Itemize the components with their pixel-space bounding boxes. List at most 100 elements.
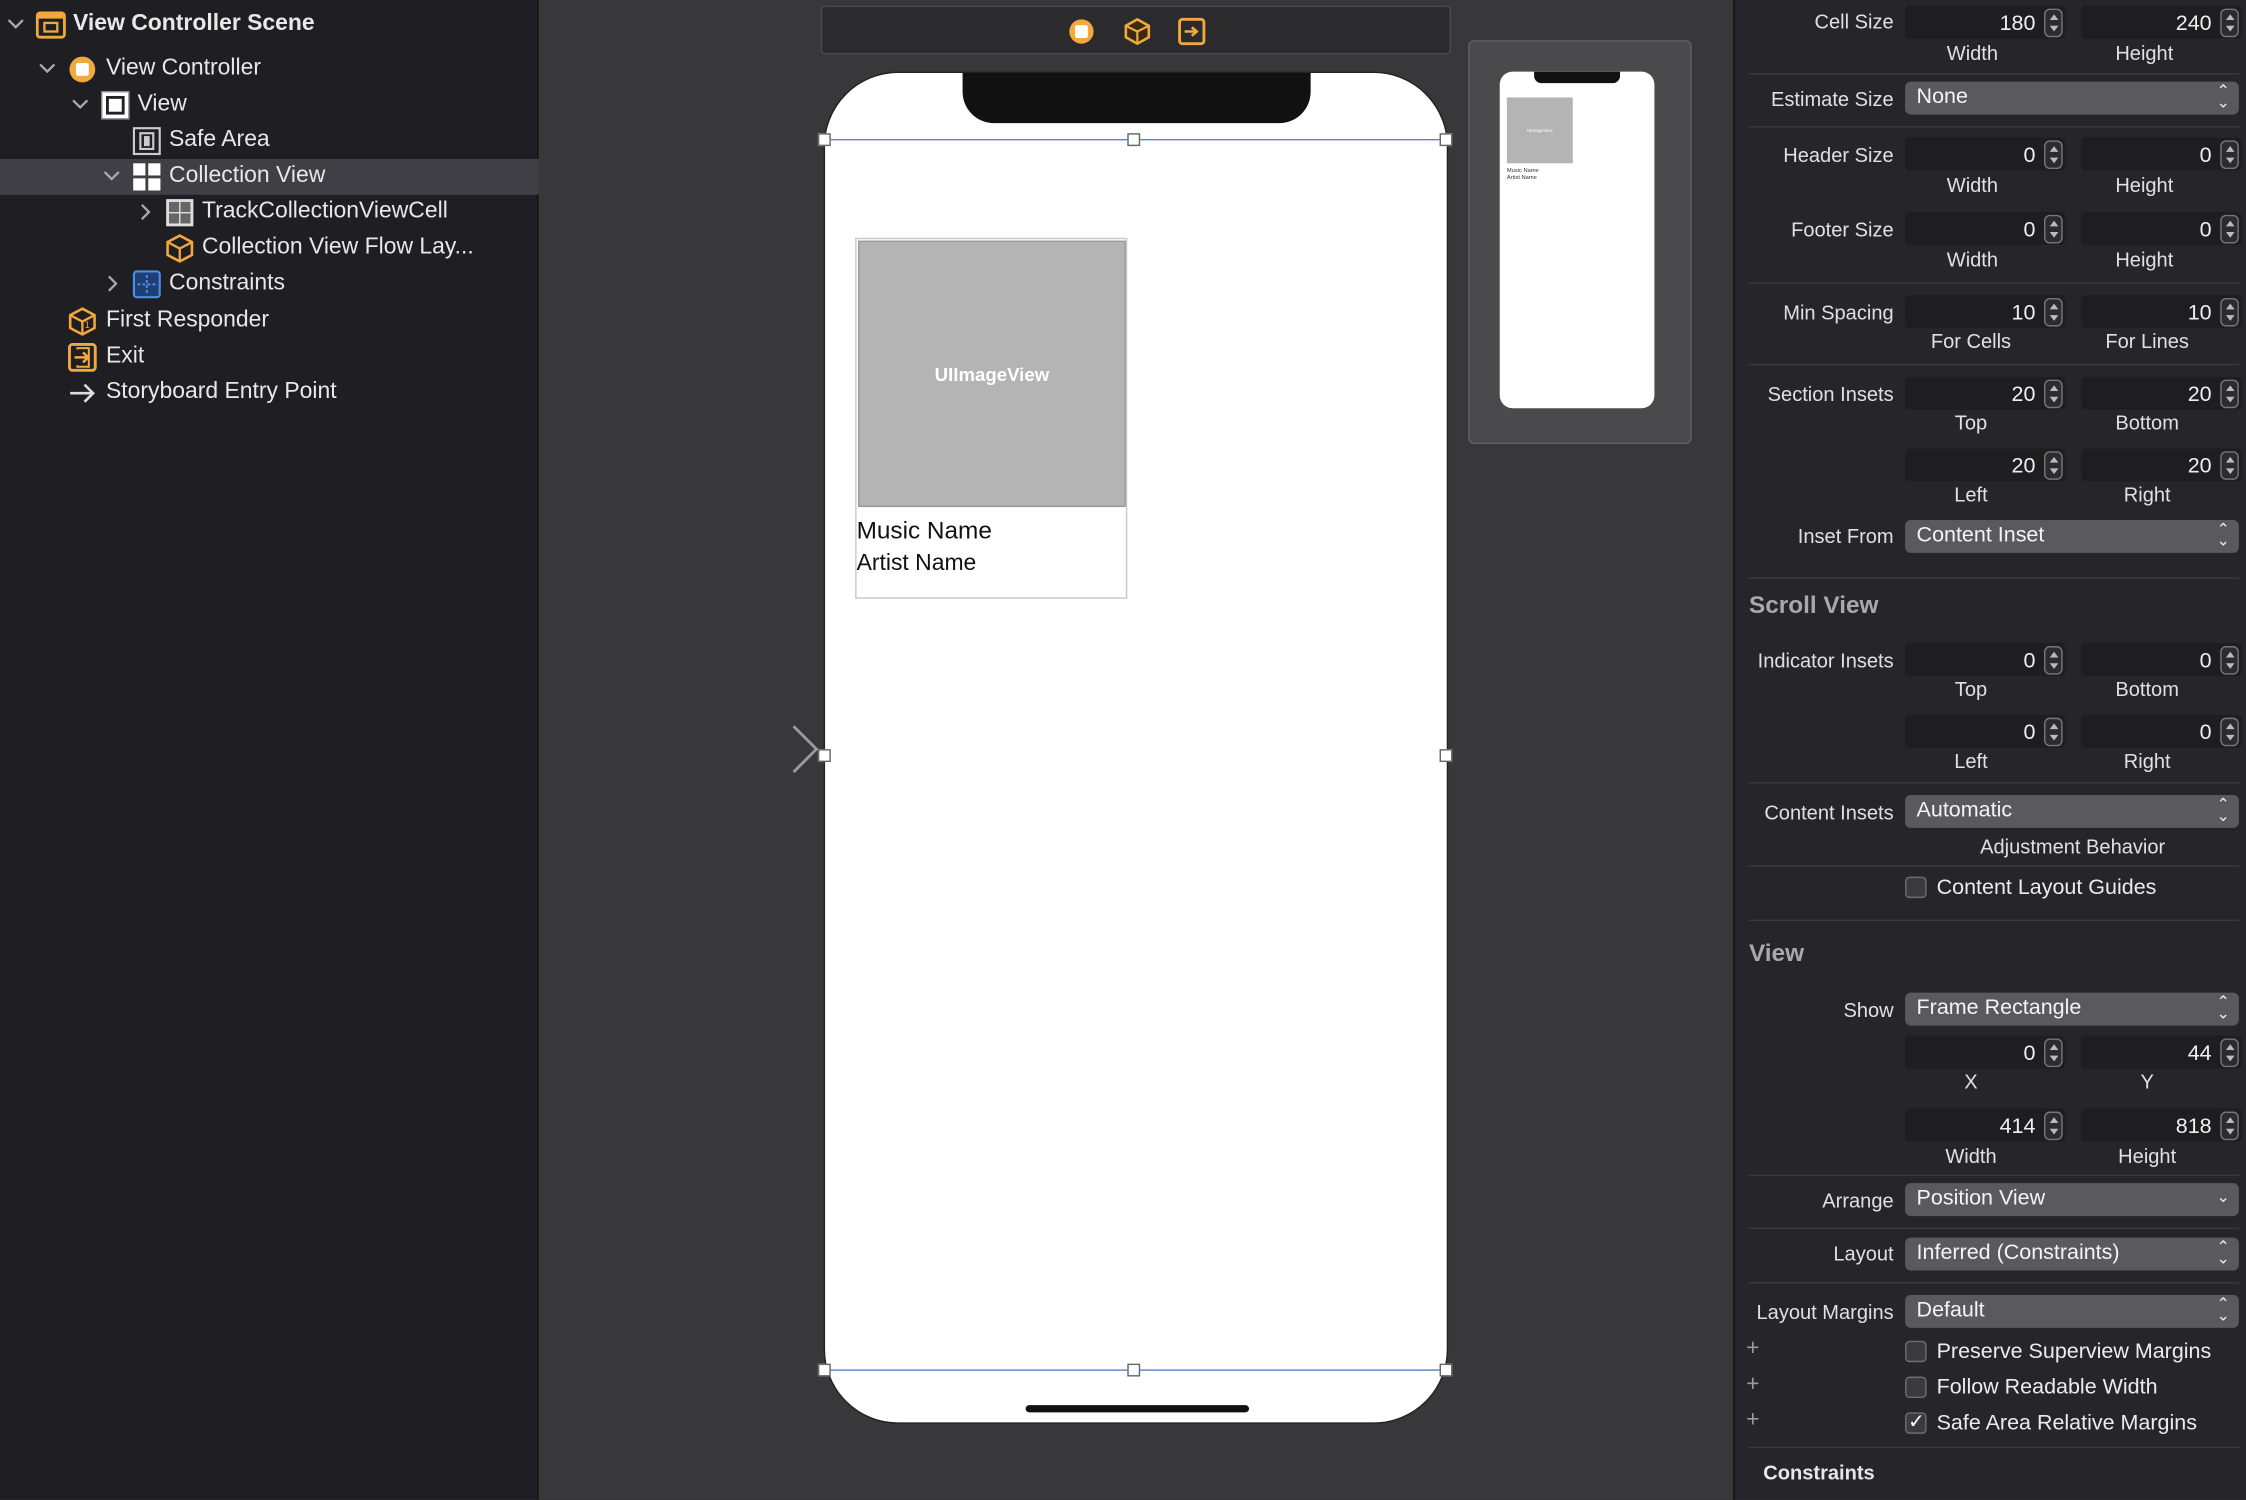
exit-icon [68,343,97,372]
footer-size-height-field[interactable]: 0 [2081,211,2242,245]
resize-handle[interactable] [1439,1363,1453,1377]
updown-chevron-icon: ⌃ ⌄ [2216,994,2230,1023]
show-popup[interactable]: Frame Rectangle ⌃ ⌄ [1905,992,2239,1026]
resize-handle[interactable] [1439,749,1453,763]
chevron-down-icon[interactable] [37,59,57,79]
collection-view-selection[interactable]: UIImageView Music Name Artist Name [825,138,1447,1371]
track-collection-view-cell[interactable]: UIImageView Music Name Artist Name [855,237,1128,599]
plus-icon[interactable]: + [1746,1372,1759,1398]
outline-item-constraints[interactable]: Constraints [0,266,539,302]
chevron-right-icon[interactable] [103,274,123,294]
min-spacing-cells-field[interactable]: 10 [1905,295,2066,329]
indicator-insets-bottom-field[interactable]: 0 [2081,643,2242,677]
stepper[interactable] [2220,646,2239,675]
follow-readable-width-checkbox[interactable] [1905,1376,1927,1399]
resize-handle[interactable] [817,133,831,147]
frame-y-field[interactable]: 44 [2081,1035,2242,1069]
frame-x-field[interactable]: 0 [1905,1035,2066,1069]
outline-item-first-responder[interactable]: 1 First Responder [0,304,539,340]
outline-item-collection-view[interactable]: Collection View [0,158,539,195]
outline-item-track-collection-view-cell[interactable]: TrackCollectionViewCell [0,195,539,231]
stepper[interactable] [2220,8,2239,38]
header-size-width-field[interactable]: 0 [1905,137,2066,171]
storyboard-entry-arrow[interactable] [667,723,825,775]
first-responder-cube-icon[interactable] [1123,17,1152,46]
safe-area-relative-margins-checkbox[interactable] [1905,1409,1927,1434]
indicator-insets-top-field[interactable]: 0 [1905,643,2066,677]
indicator-insets-right-field[interactable]: 0 [2081,714,2242,748]
field-value: 0 [2023,1041,2036,1066]
resize-handle[interactable] [1127,1363,1141,1377]
outline-item-flow-layout[interactable]: Collection View Flow Lay... [0,231,539,267]
image-view[interactable]: UIImageView [858,240,1126,508]
arrange-popup[interactable]: Position View ⌄ [1905,1183,2239,1217]
resize-handle[interactable] [817,1363,831,1377]
layout-popup[interactable]: Inferred (Constraints) ⌃ ⌄ [1905,1237,2239,1271]
stepper[interactable] [2044,451,2063,480]
music-name-label[interactable]: Music Name [857,517,992,546]
stepper[interactable] [2044,717,2063,747]
stepper[interactable] [2220,297,2239,327]
stepper[interactable] [2220,1038,2239,1068]
stepper[interactable] [2044,1111,2063,1141]
cell-size-width-field[interactable]: 180 [1905,5,2066,39]
outline-item-storyboard-entry-point[interactable]: Storyboard Entry Point [0,375,539,411]
stepper[interactable] [2220,717,2239,747]
stepper[interactable] [2220,214,2239,244]
artist-name-label[interactable]: Artist Name [857,551,977,577]
stepper[interactable] [2044,297,2063,327]
stepper[interactable] [2044,1038,2063,1068]
section-insets-bottom-field[interactable]: 20 [2081,376,2242,410]
chevron-down-icon[interactable] [6,14,26,34]
outline-item-view-controller-scene[interactable]: View Controller Scene [0,7,539,43]
stepper[interactable] [2220,140,2239,170]
section-insets-right-field[interactable]: 20 [2081,448,2242,482]
stepper[interactable] [2220,1111,2239,1141]
estimate-size-popup[interactable]: None ⌃ ⌄ [1905,81,2239,115]
outline-item-exit[interactable]: Exit [0,339,539,375]
view-controller-icon[interactable] [1067,17,1096,46]
inset-from-popup[interactable]: Content Inset ⌃ ⌄ [1905,519,2239,553]
stepper[interactable] [2044,8,2063,38]
frame-width-field[interactable]: 414 [1905,1108,2066,1142]
resize-handle[interactable] [1127,133,1141,147]
outline-item-view[interactable]: View [0,87,539,123]
stepper[interactable] [2220,451,2239,480]
storyboard-canvas[interactable]: UIImageView Music Name Artist Name UIIma… [538,0,1734,1500]
field-value: 44 [2187,1041,2212,1066]
section-insets-top-field[interactable]: 20 [1905,376,2066,410]
exit-icon[interactable] [1177,17,1206,46]
stepper[interactable] [2220,379,2239,409]
min-spacing-lines-field[interactable]: 10 [2081,295,2242,329]
stepper[interactable] [2044,140,2063,170]
stepper[interactable] [2044,214,2063,244]
cell-size-height-field[interactable]: 240 [2081,5,2242,39]
x-sublabel: X [1964,1070,1978,1093]
chevron-right-icon[interactable] [136,202,156,222]
scene-minimap[interactable]: UIImageView Music Name Artist Name [1468,40,1692,445]
follow-readable-width-label: Follow Readable Width [1936,1375,2158,1400]
footer-size-width-field[interactable]: 0 [1905,211,2066,245]
resize-handle[interactable] [1439,133,1453,147]
plus-icon[interactable]: + [1746,1336,1759,1362]
resize-handle[interactable] [817,749,831,763]
stepper[interactable] [2044,646,2063,675]
indicator-insets-left-field[interactable]: 0 [1905,714,2066,748]
frame-height-field[interactable]: 818 [2081,1108,2242,1142]
chevron-down-icon[interactable] [70,95,90,115]
content-insets-popup[interactable]: Automatic ⌃ ⌄ [1905,794,2239,828]
chevron-down-icon[interactable] [102,166,122,186]
popup-value: None [1916,84,1968,109]
stepper[interactable] [2044,379,2063,409]
outline-item-view-controller[interactable]: View Controller [0,52,539,88]
preserve-superview-margins-checkbox[interactable] [1905,1340,1927,1363]
layout-margins-popup[interactable]: Default ⌃ ⌄ [1905,1294,2239,1328]
content-layout-guides-label: Content Layout Guides [1936,875,2157,900]
section-insets-left-field[interactable]: 20 [1905,448,2066,482]
updown-chevron-icon: ⌃ ⌄ [2216,1239,2230,1268]
plus-icon[interactable]: + [1746,1408,1759,1434]
divider [1748,919,2239,922]
outline-item-safe-area[interactable]: Safe Area [0,123,539,159]
content-layout-guides-checkbox[interactable] [1905,876,1927,899]
header-size-height-field[interactable]: 0 [2081,137,2242,171]
